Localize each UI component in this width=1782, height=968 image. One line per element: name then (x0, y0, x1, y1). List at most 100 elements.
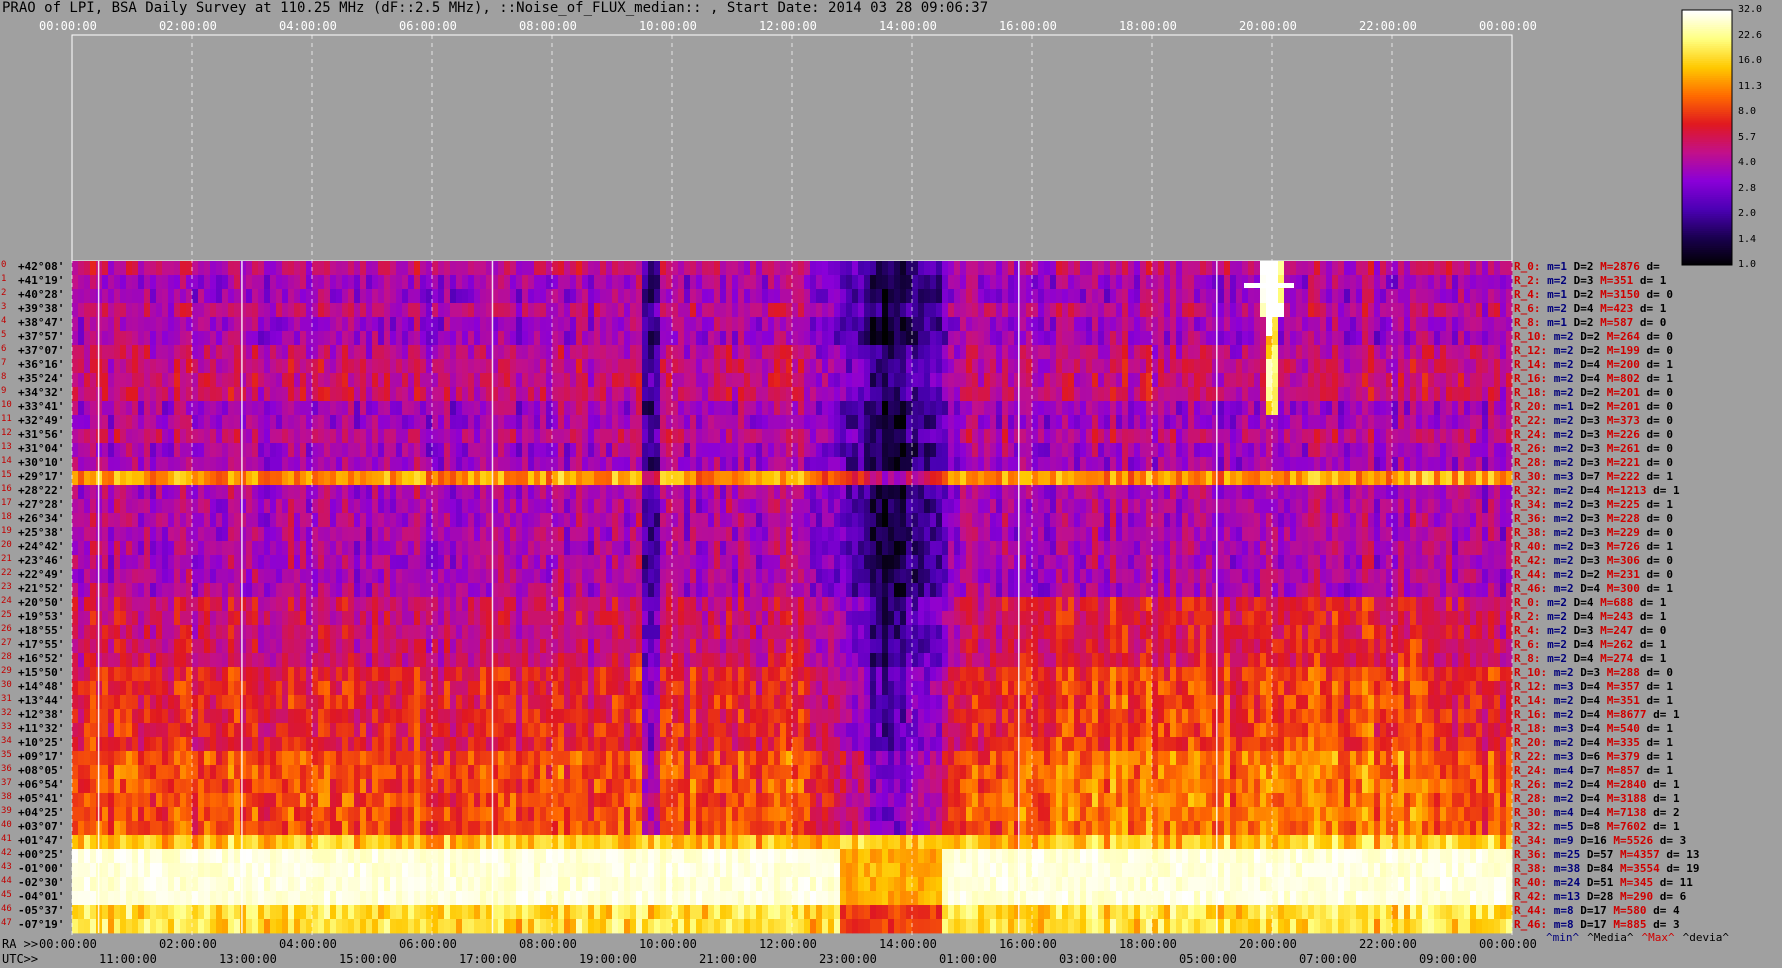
heatmap-cell (1146, 373, 1153, 388)
heatmap-cell (972, 359, 979, 374)
heatmap-cell (324, 499, 331, 514)
heatmap-cell (444, 457, 451, 472)
heatmap-cell (408, 359, 415, 374)
heatmap-cell (1188, 457, 1195, 472)
heatmap-cell (1422, 275, 1429, 290)
heatmap-cell (132, 443, 139, 458)
heatmap-cell (216, 513, 223, 528)
heatmap-cell (672, 345, 679, 360)
heatmap-cell (888, 513, 895, 528)
heatmap-cell (1446, 527, 1453, 542)
heatmap-cell (720, 275, 727, 290)
heatmap-cell (1074, 373, 1081, 388)
heatmap-cell (762, 485, 769, 500)
heatmap-cell (582, 373, 589, 388)
heatmap-cell (762, 289, 769, 304)
heatmap-cell (630, 415, 637, 430)
heatmap-cell (1200, 317, 1207, 332)
heatmap-cell (612, 359, 619, 374)
heatmap-cell (1356, 401, 1363, 416)
heatmap-cell (486, 471, 493, 486)
heatmap-cell (114, 331, 121, 346)
heatmap-cell (1158, 303, 1165, 318)
heatmap-cell (1428, 429, 1435, 444)
heatmap-cell (1182, 261, 1189, 276)
heatmap-cell (1482, 443, 1489, 458)
heatmap-cell (1080, 499, 1087, 514)
heatmap-cell (1020, 527, 1027, 542)
heatmap-cell (960, 457, 967, 472)
heatmap-cell (450, 373, 457, 388)
heatmap-cell (1134, 541, 1141, 556)
heatmap-cell (150, 527, 157, 542)
heatmap-cell (624, 443, 631, 458)
heatmap-cell (696, 457, 703, 472)
heatmap-cell (114, 499, 121, 514)
heatmap-cell (1008, 457, 1015, 472)
heatmap-cell (1242, 499, 1249, 514)
heatmap-cell (270, 345, 277, 360)
heatmap-cell (756, 359, 763, 374)
heatmap-cell (456, 457, 463, 472)
heatmap-cell (342, 513, 349, 528)
heatmap-cell (1026, 303, 1033, 318)
heatmap-cell (1242, 289, 1249, 304)
heatmap-cell (768, 387, 775, 402)
heatmap-cell (540, 541, 547, 556)
heatmap-cell (930, 443, 937, 458)
heatmap-cell (804, 261, 811, 276)
heatmap-cell (708, 471, 715, 486)
heatmap-cell (726, 401, 733, 416)
heatmap-cell (414, 513, 421, 528)
heatmap-cell (900, 387, 907, 402)
heatmap-cell (648, 443, 655, 458)
heatmap-cell (1506, 345, 1513, 360)
heatmap-cell (564, 485, 571, 500)
heatmap-cell (132, 499, 139, 514)
heatmap-cell (996, 289, 1003, 304)
heatmap-cell (1134, 317, 1141, 332)
heatmap-cell (432, 541, 439, 556)
heatmap-cell (1500, 429, 1507, 444)
heatmap-cell (702, 471, 709, 486)
heatmap-cell (888, 415, 895, 430)
heatmap-cell (1452, 429, 1459, 444)
heatmap-cell (1200, 443, 1207, 458)
heatmap-cell (780, 401, 787, 416)
heatmap-cell (654, 513, 661, 528)
heatmap-cell (1038, 317, 1045, 332)
heatmap-cell (1416, 345, 1423, 360)
heatmap-cell (312, 415, 319, 430)
heatmap-cell (588, 513, 595, 528)
heatmap-cell (1446, 261, 1453, 276)
heatmap-cell (366, 331, 373, 346)
heatmap-cell (756, 527, 763, 542)
heatmap-cell (1020, 513, 1027, 528)
heatmap-cell (540, 345, 547, 360)
heatmap-cell (1422, 331, 1429, 346)
heatmap-cell (1158, 485, 1165, 500)
heatmap-cell (390, 541, 397, 556)
heatmap-cell (1332, 527, 1339, 542)
heatmap-cell (342, 275, 349, 290)
heatmap-cell (1428, 289, 1435, 304)
heatmap-cell (192, 359, 199, 374)
heatmap-cell (1350, 415, 1357, 430)
heatmap-cell (690, 359, 697, 374)
heatmap-cell (714, 317, 721, 332)
heatmap-cell (1410, 331, 1417, 346)
heatmap-cell (486, 457, 493, 472)
heatmap-cell (1374, 513, 1381, 528)
heatmap-cell (330, 415, 337, 430)
heatmap-cell (1068, 513, 1075, 528)
heatmap-cell (1020, 401, 1027, 416)
heatmap-cell (642, 443, 649, 458)
heatmap-cell (996, 499, 1003, 514)
heatmap-cell (720, 415, 727, 430)
heatmap-cell (198, 345, 205, 360)
heatmap-cell (498, 527, 505, 542)
heatmap-cell (894, 261, 901, 276)
heatmap-cell (1080, 429, 1087, 444)
heatmap-cell (138, 541, 145, 556)
heatmap-cell (858, 373, 865, 388)
